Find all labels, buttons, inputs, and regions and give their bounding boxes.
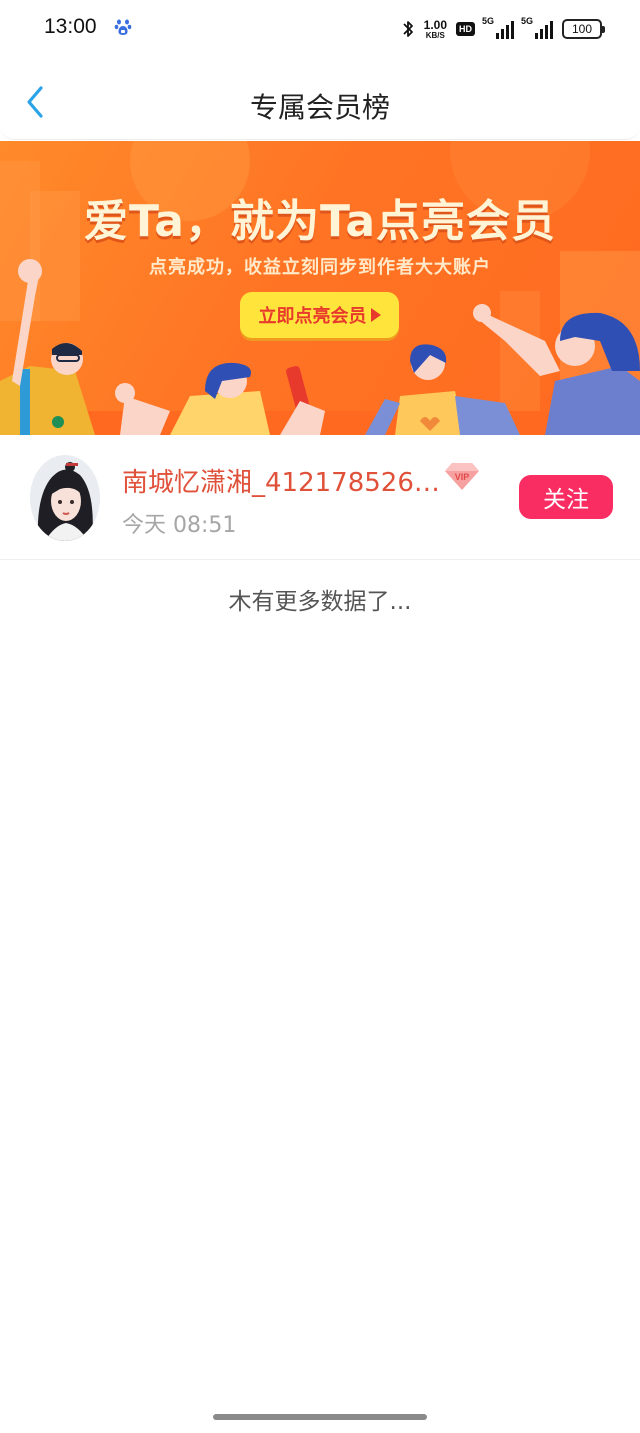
promo-banner[interactable]: 爱Ta，就为Ta点亮会员 点亮成功，收益立刻同步到作者大大账户 立即点亮会员 [0,141,640,435]
bluetooth-icon [403,21,413,37]
network-speed-unit: KB/S [425,30,445,40]
baidu-paw-icon [114,19,132,35]
avatar[interactable] [30,455,100,541]
hd-badge: HD [456,22,475,36]
signal-1-label: 5G [482,16,495,26]
battery-icon: 100 [562,19,605,39]
vip-diamond-icon: VIP [445,463,479,490]
member-name[interactable]: 南城忆潇湘_412178526… [122,462,440,499]
banner-subtitle: 点亮成功，收益立刻同步到作者大大账户 [149,257,491,278]
status-time: 13:00 [44,15,97,38]
light-up-membership-button[interactable]: 立即点亮会员 [240,292,399,338]
signal-2-icon: 5G [521,16,553,39]
status-indicators: 1.00 KB/S HD 5G 5G 100 [401,14,605,44]
avatar-image [30,455,100,541]
vip-badge-label: VIP [455,472,470,482]
play-arrow-icon [370,308,381,322]
status-bar: 13:00 1.00 KB/S HD 5G 5G 100 [0,0,640,58]
banner-headline: 爱Ta，就为Ta点亮会员 [83,196,557,247]
home-indicator[interactable] [213,1414,427,1420]
nav-bar: 专属会员榜 [0,58,640,140]
member-time: 今天 08:51 [122,513,237,538]
signal-2-label: 5G [521,16,534,26]
network-speed: 1.00 KB/S [424,19,447,40]
signal-1-icon: 5G [482,16,514,39]
follow-button[interactable]: 关注 [519,475,613,519]
no-more-data-text: 木有更多数据了... [228,589,412,615]
cta-label: 立即点亮会员 [258,306,367,327]
list-item[interactable]: 南城忆潇湘_412178526… VIP 今天 08:51 关注 [0,435,640,560]
battery-level: 100 [571,22,593,36]
network-speed-value: 1.00 [423,17,447,32]
page-title: 专属会员榜 [249,91,390,124]
